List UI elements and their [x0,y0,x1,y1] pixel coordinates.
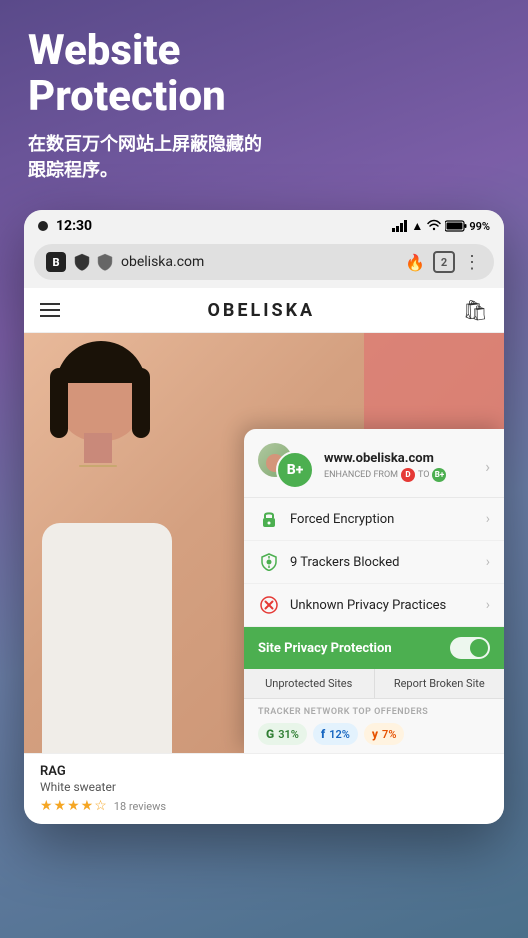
forced-encryption-label: Forced Encryption [290,512,476,527]
tracker-network-title: TRACKER NETWORK TOP OFFENDERS [258,707,490,717]
battery-icon: 99% [445,220,490,233]
site-content: B+ www.obeliska.com ENHANCED FROM D TO B… [24,333,504,753]
unknown-privacy-label: Unknown Privacy Practices [290,598,476,613]
unknown-privacy-chevron: › [486,597,490,613]
panel-site-info: www.obeliska.com ENHANCED FROM D TO B+ [324,451,475,482]
panel-chevron-icon[interactable]: › [485,457,490,476]
person-hair-right [132,368,150,438]
panel-header: B+ www.obeliska.com ENHANCED FROM D TO B… [244,429,504,498]
x-warning-icon [258,594,280,616]
review-count: 18 reviews [114,800,166,813]
product-description: White sweater [40,780,488,794]
privacy-toggle-switch[interactable] [450,637,490,659]
wifi-wave-icon [427,219,441,234]
forced-encryption-chevron: › [486,511,490,527]
grade-b-plus-badge: B+ [276,451,314,489]
privacy-panel: B+ www.obeliska.com ENHANCED FROM D TO B… [244,429,504,753]
privacy-toggle-label: Site Privacy Protection [258,641,440,656]
yahoo-tracker-letter: y [372,727,378,741]
site-header: OBELISKA 🛍 [24,288,504,333]
facebook-tracker-letter: f [321,727,325,741]
panel-url: www.obeliska.com [324,451,475,466]
privacy-toggle-bar[interactable]: Site Privacy Protection [244,627,504,669]
camera-dot [38,221,48,231]
person-necklace [79,465,117,467]
grade-badges: B+ [258,443,314,489]
trackers-blocked-label: 9 Trackers Blocked [290,555,476,570]
person-body [42,523,172,753]
google-tracker-letter: G [266,727,274,741]
shield-icon-1 [72,252,92,272]
yahoo-tracker-percent: 7% [382,728,396,741]
forced-encryption-item[interactable]: Forced Encryption › [244,498,504,541]
signal-bars-icon [392,220,407,232]
trackers-chevron: › [486,554,490,570]
url-actions: 🔥 2 ⋮ [405,251,482,273]
url-text: obeliska.com [121,254,399,270]
tab-count-box[interactable]: 2 [433,251,455,273]
hero-section: Website Protection 在数百万个网站上屏蔽隐藏的 跟踪程序。 [28,28,500,183]
lock-icon [258,508,280,530]
tab-unprotected-sites[interactable]: Unprotected Sites [244,669,375,698]
trackers-blocked-item[interactable]: 9 Trackers Blocked › [244,541,504,584]
person-neck [84,433,112,463]
status-icons: ▲ 99% [392,219,490,234]
phone-mockup: 12:30 ▲ 99% [24,210,504,824]
panel-enhanced-text: ENHANCED FROM D TO B+ [324,468,475,482]
wifi-icon: ▲ [411,219,423,233]
site-logo: OBELISKA [207,300,315,321]
facebook-tracker-percent: 12% [329,728,350,741]
tracker-shield-icons [72,252,115,272]
tracker-pill-facebook: f 12% [313,723,358,745]
shield-tracker-icon [258,551,280,573]
url-bar[interactable]: B obeliska.com 🔥 2 ⋮ [34,244,494,280]
panel-tabs: Unprotected Sites Report Broken Site [244,669,504,699]
stars-icon: ★★★★☆ [40,798,108,814]
shopping-bag-icon[interactable]: 🛍 [463,298,488,322]
google-tracker-percent: 31% [278,728,299,741]
grade-d-badge: D [401,468,415,482]
tab-report-broken-site[interactable]: Report Broken Site [375,669,505,698]
shield-icon-2 [95,252,115,272]
brave-badge: B [46,252,66,272]
hamburger-menu-icon[interactable] [40,303,60,317]
unknown-privacy-item[interactable]: Unknown Privacy Practices › [244,584,504,627]
product-info: RAG White sweater ★★★★☆ 18 reviews [24,753,504,824]
grade-b-badge: B+ [432,468,446,482]
toggle-thumb [470,639,488,657]
status-bar: 12:30 ▲ 99% [24,210,504,238]
star-rating: ★★★★☆ 18 reviews [40,798,488,814]
flame-icon[interactable]: 🔥 [405,253,425,272]
tracker-pill-google: G 31% [258,723,307,745]
hero-subtitle: 在数百万个网站上屏蔽隐藏的 跟踪程序。 [28,132,500,182]
hero-title: Website Protection [28,28,500,120]
product-name: RAG [40,764,488,779]
person-hair-left [50,368,68,438]
tracker-pill-yahoo: y 7% [364,723,405,745]
tracker-pills: G 31% f 12% y 7% [258,723,490,745]
status-time: 12:30 [56,218,92,234]
more-options-icon[interactable]: ⋮ [463,252,482,273]
browser-chrome: B obeliska.com 🔥 2 ⋮ [24,238,504,288]
tracker-network-section: TRACKER NETWORK TOP OFFENDERS G 31% f 12… [244,699,504,753]
